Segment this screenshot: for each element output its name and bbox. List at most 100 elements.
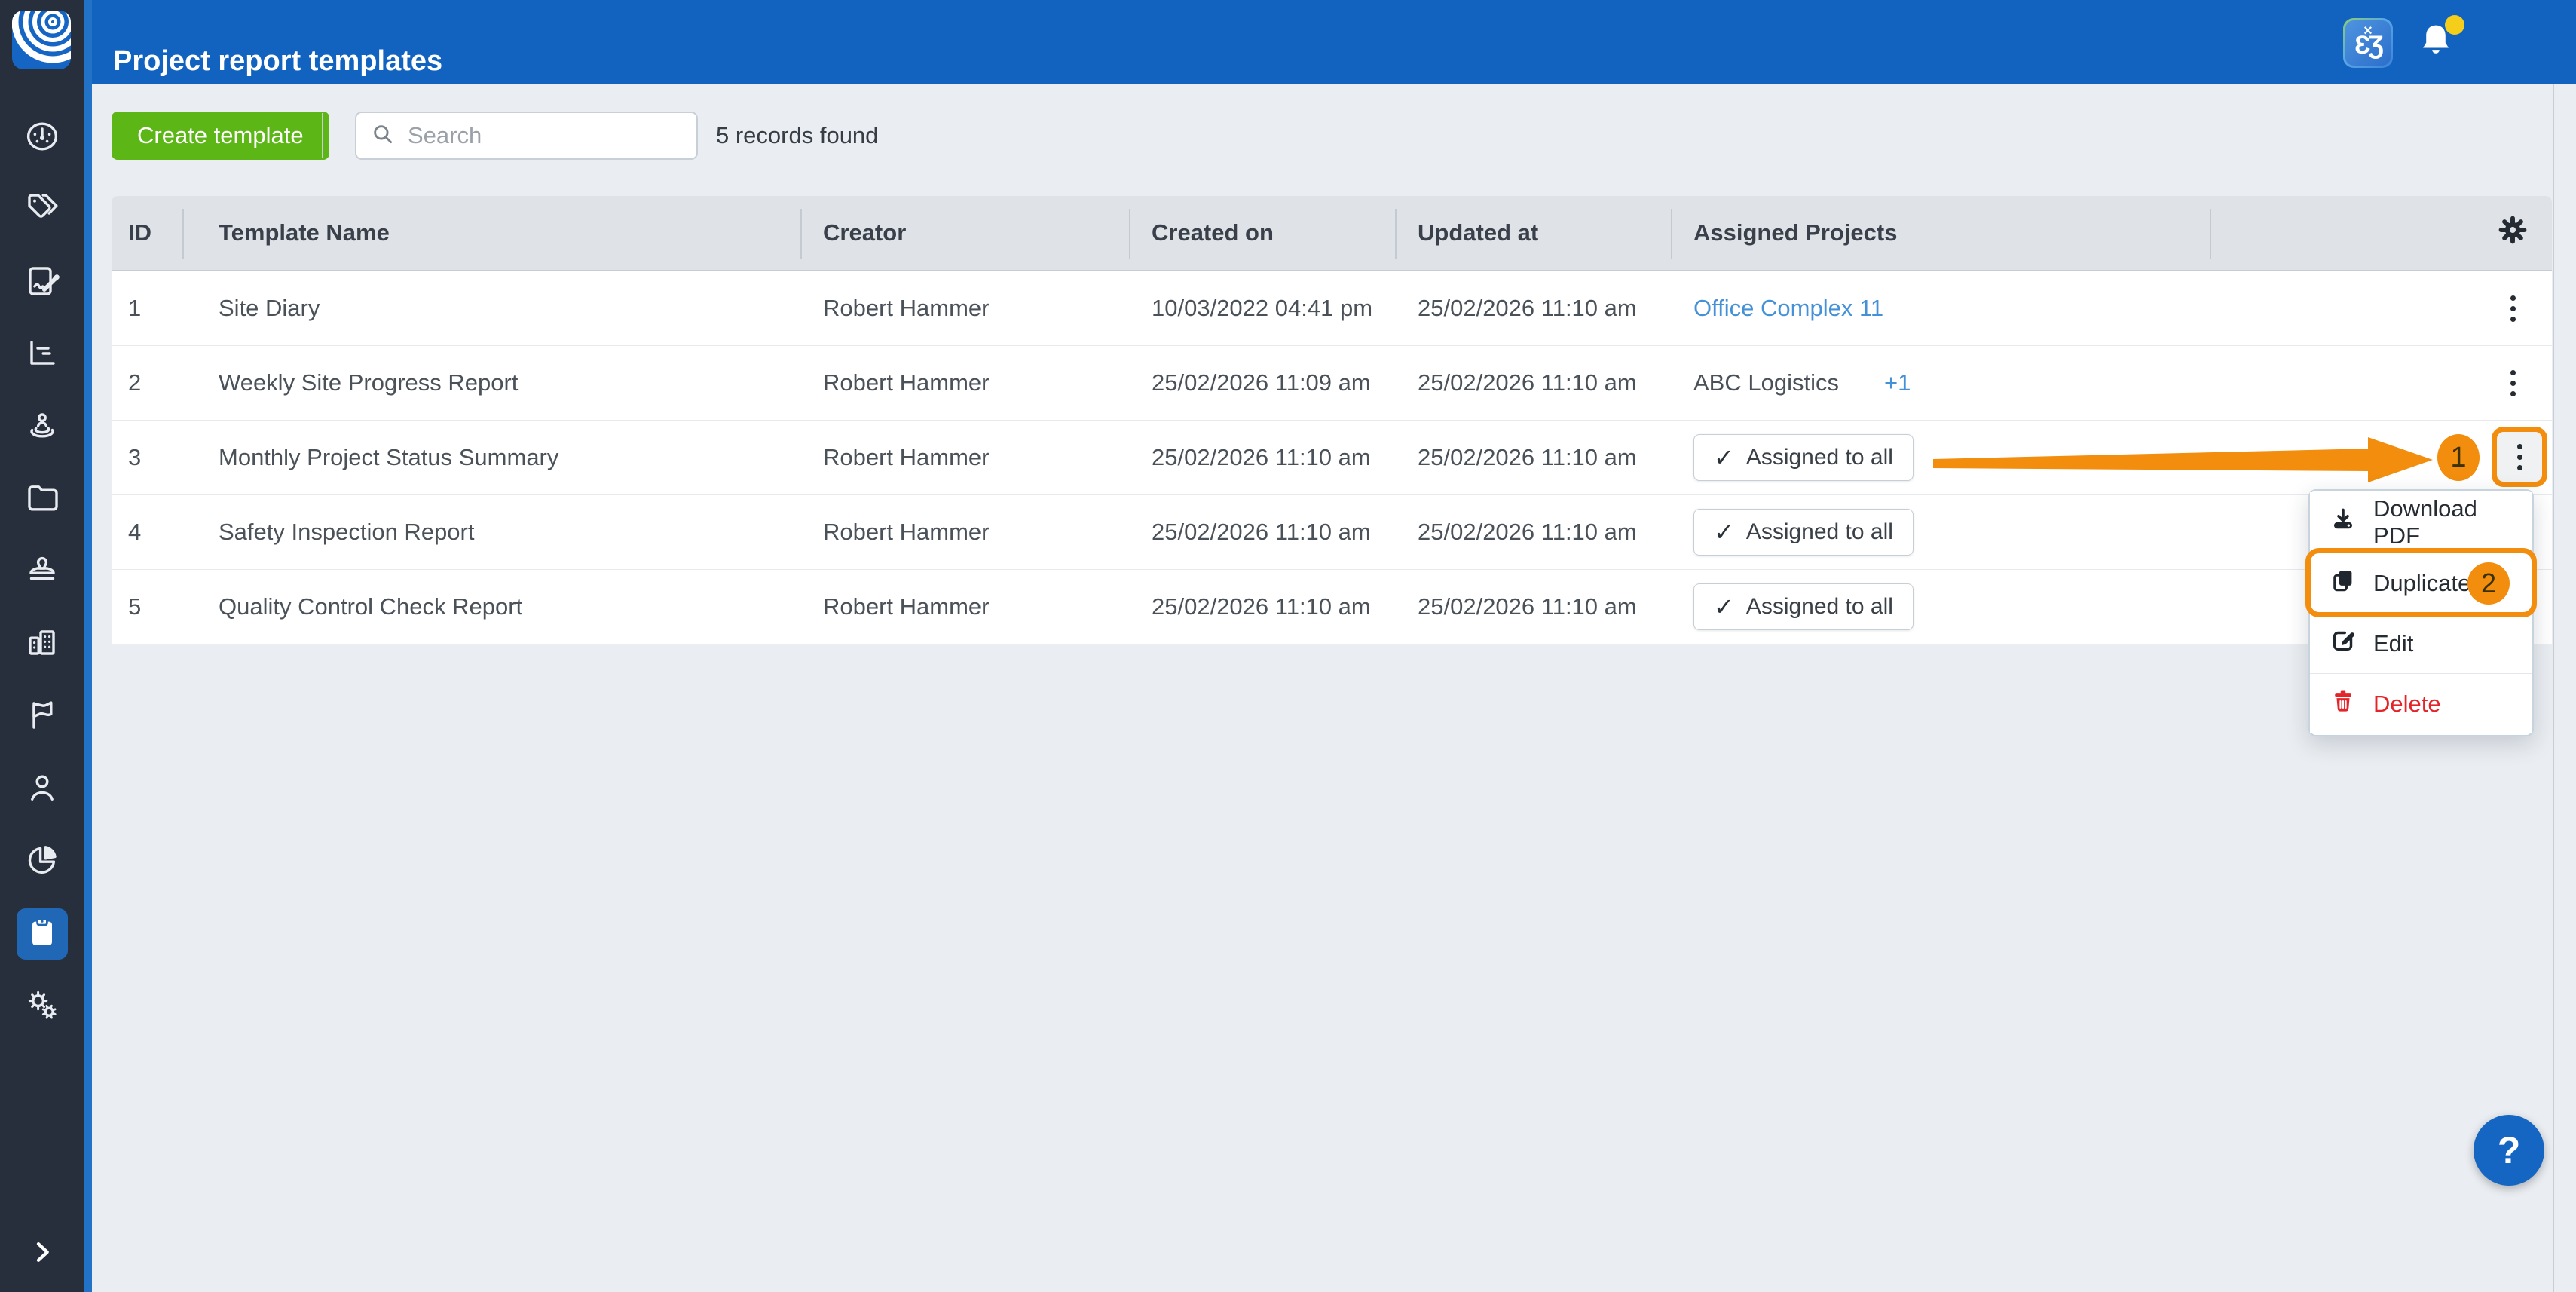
- sidebar-item-projects-folder[interactable]: [17, 474, 68, 525]
- flag-icon: [24, 697, 60, 737]
- kebab-menu-icon: [2503, 444, 2536, 470]
- menu-item-label: Download PDF: [2373, 495, 2513, 550]
- companies-icon: [24, 625, 60, 665]
- cell-id: 2: [112, 369, 182, 396]
- toolbar-divider: [322, 113, 323, 158]
- sidebar-item-reports[interactable]: [17, 329, 68, 381]
- cell-template-name: Quality Control Check Report: [182, 593, 800, 620]
- cell-id: 1: [112, 295, 182, 322]
- cell-template-name: Safety Inspection Report: [182, 519, 800, 546]
- sidebar-collapse-button[interactable]: [17, 1228, 68, 1279]
- column-header-assigned-projects[interactable]: Assigned Projects: [1671, 196, 2210, 270]
- reports-icon: [24, 335, 60, 375]
- row-actions-kebab-button[interactable]: [2496, 359, 2529, 407]
- sidebar-item-settings-gears[interactable]: [17, 981, 68, 1032]
- sidebar-item-dashboard[interactable]: [17, 112, 68, 164]
- company-logo[interactable]: [12, 11, 71, 69]
- cell-template-name: Monthly Project Status Summary: [182, 444, 800, 471]
- column-header-created-on[interactable]: Created on: [1129, 196, 1395, 270]
- row-context-menu: Download PDFDuplicate2 Edit Delete: [2308, 489, 2534, 736]
- download-icon: [2330, 506, 2357, 539]
- assigned-to-all-button[interactable]: ✓Assigned to all: [1693, 583, 1914, 630]
- cell-assigned-projects: ✓Assigned to all: [1671, 583, 2210, 630]
- tutorial-step-badge-1: 1: [2437, 434, 2480, 481]
- help-button[interactable]: ?: [2474, 1115, 2544, 1186]
- sidebar-item-templates-clipboard[interactable]: [17, 908, 68, 960]
- stamp-icon: [24, 553, 60, 592]
- assigned-to-all-button[interactable]: ✓Assigned to all: [1693, 434, 1914, 481]
- check-icon: ✓: [1714, 592, 1734, 621]
- sidebar-item-users[interactable]: [17, 764, 68, 815]
- cell-assigned-projects: ✓Assigned to all: [1671, 434, 2210, 481]
- cell-assigned-projects: ABC Logistics +1: [1671, 369, 2210, 396]
- sidebar-item-statistics[interactable]: [17, 836, 68, 887]
- sidebar-item-tags[interactable]: [17, 185, 68, 236]
- cell-created-on: 25/02/2026 11:10 am: [1129, 593, 1395, 620]
- cell-id: 5: [112, 593, 182, 620]
- table-row-5: 5Quality Control Check ReportRobert Hamm…: [112, 570, 2552, 644]
- app-switcher-button[interactable]: ƐƷ ×: [2343, 18, 2393, 68]
- table-row-1: 1Site DiaryRobert Hammer10/03/2022 04:41…: [112, 271, 2552, 346]
- users-icon: [24, 770, 60, 810]
- menu-item-download-pdf[interactable]: Download PDF: [2310, 492, 2532, 553]
- create-template-button[interactable]: Create template: [112, 112, 329, 160]
- row-actions-kebab-button[interactable]: [2496, 284, 2529, 332]
- statistics-icon: [24, 842, 60, 882]
- cell-created-on: 25/02/2026 11:09 am: [1129, 369, 1395, 396]
- menu-item-label: Duplicate: [2373, 570, 2470, 597]
- trash-icon: [2330, 687, 2357, 721]
- search-icon: [370, 121, 406, 151]
- menu-item-delete[interactable]: Delete: [2310, 673, 2532, 733]
- cell-updated-at: 25/02/2026 11:10 am: [1395, 593, 1671, 620]
- cell-updated-at: 25/02/2026 11:10 am: [1395, 444, 1671, 471]
- settings-gears-icon: [24, 987, 60, 1027]
- column-gear-icon: [2497, 214, 2529, 252]
- highlighted-row-actions-button[interactable]: [2492, 427, 2547, 487]
- cell-created-on: 25/02/2026 11:10 am: [1129, 519, 1395, 546]
- cell-updated-at: 25/02/2026 11:10 am: [1395, 295, 1671, 322]
- cell-template-name: Site Diary: [182, 295, 800, 322]
- column-header-creator[interactable]: Creator: [800, 196, 1129, 270]
- page-title: Project report templates: [113, 19, 442, 103]
- cell-creator: Robert Hammer: [800, 369, 1129, 396]
- tags-icon: [24, 191, 60, 231]
- search-input[interactable]: [406, 121, 683, 150]
- check-icon: ✓: [1714, 518, 1734, 546]
- assigned-project-link[interactable]: Office Complex 11: [1693, 295, 1883, 322]
- sidebar-item-stamp[interactable]: [17, 546, 68, 598]
- sidebar-accent-strip: [84, 0, 92, 1292]
- presence-icon: [24, 408, 60, 448]
- sidebar-item-flag[interactable]: [17, 691, 68, 742]
- column-header-template-name[interactable]: Template Name: [182, 196, 800, 270]
- menu-item-label: Edit: [2373, 630, 2413, 657]
- cell-id: 4: [112, 519, 182, 546]
- sidebar-item-presence[interactable]: [17, 402, 68, 453]
- column-header-id[interactable]: ID: [112, 196, 182, 270]
- menu-item-duplicate[interactable]: Duplicate2: [2310, 553, 2532, 613]
- cell-creator: Robert Hammer: [800, 593, 1129, 620]
- sidebar-item-site-diary[interactable]: [17, 257, 68, 308]
- cell-assigned-projects: ✓Assigned to all: [1671, 509, 2210, 556]
- assigned-more-link[interactable]: +1: [1884, 369, 1911, 396]
- duplicate-icon: [2330, 567, 2357, 600]
- sidebar: [0, 0, 84, 1292]
- templates-table: IDTemplate NameCreatorCreated onUpdated …: [112, 196, 2552, 644]
- sidebar-item-companies[interactable]: [17, 619, 68, 670]
- table-row-4: 4Safety Inspection ReportRobert Hammer25…: [112, 495, 2552, 570]
- check-icon: ✓: [1714, 443, 1734, 472]
- search-box: [355, 112, 698, 160]
- butterfly-icon: ƐƷ ×: [2345, 20, 2391, 66]
- app-window: Project report templates ƐƷ × Create tem…: [0, 0, 2576, 1292]
- menu-item-edit[interactable]: Edit: [2310, 613, 2532, 673]
- cell-template-name: Weekly Site Progress Report: [182, 369, 800, 396]
- cell-created-on: 25/02/2026 11:10 am: [1129, 444, 1395, 471]
- cell-creator: Robert Hammer: [800, 444, 1129, 471]
- projects-folder-icon: [24, 480, 60, 520]
- cell-assigned-projects: Office Complex 11: [1671, 295, 2210, 322]
- column-settings-button[interactable]: [2496, 210, 2529, 256]
- table-row-2: 2Weekly Site Progress ReportRobert Hamme…: [112, 346, 2552, 421]
- assigned-project-name: ABC Logistics: [1693, 369, 1839, 396]
- column-header-updated-at[interactable]: Updated at: [1395, 196, 1671, 270]
- site-diary-icon: [24, 263, 60, 303]
- assigned-to-all-button[interactable]: ✓Assigned to all: [1693, 509, 1914, 556]
